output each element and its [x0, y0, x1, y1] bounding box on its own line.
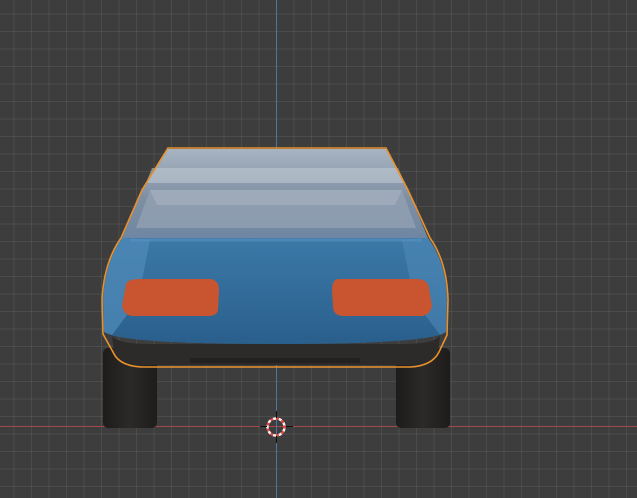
left-taillight [122, 279, 219, 316]
3d-cursor-icon[interactable] [266, 417, 286, 437]
car-model[interactable] [0, 0, 637, 498]
3d-cursor-tick-right [286, 426, 293, 427]
roof-band [146, 168, 405, 183]
bumper-plate-shadow [190, 358, 360, 363]
right-taillight [332, 279, 432, 316]
3d-cursor-tick-left [260, 426, 267, 427]
3d-cursor-tick-top [276, 411, 277, 418]
3d-cursor-tick-bottom [276, 436, 277, 443]
3d-viewport[interactable] [0, 0, 637, 498]
window-shade [150, 190, 402, 205]
